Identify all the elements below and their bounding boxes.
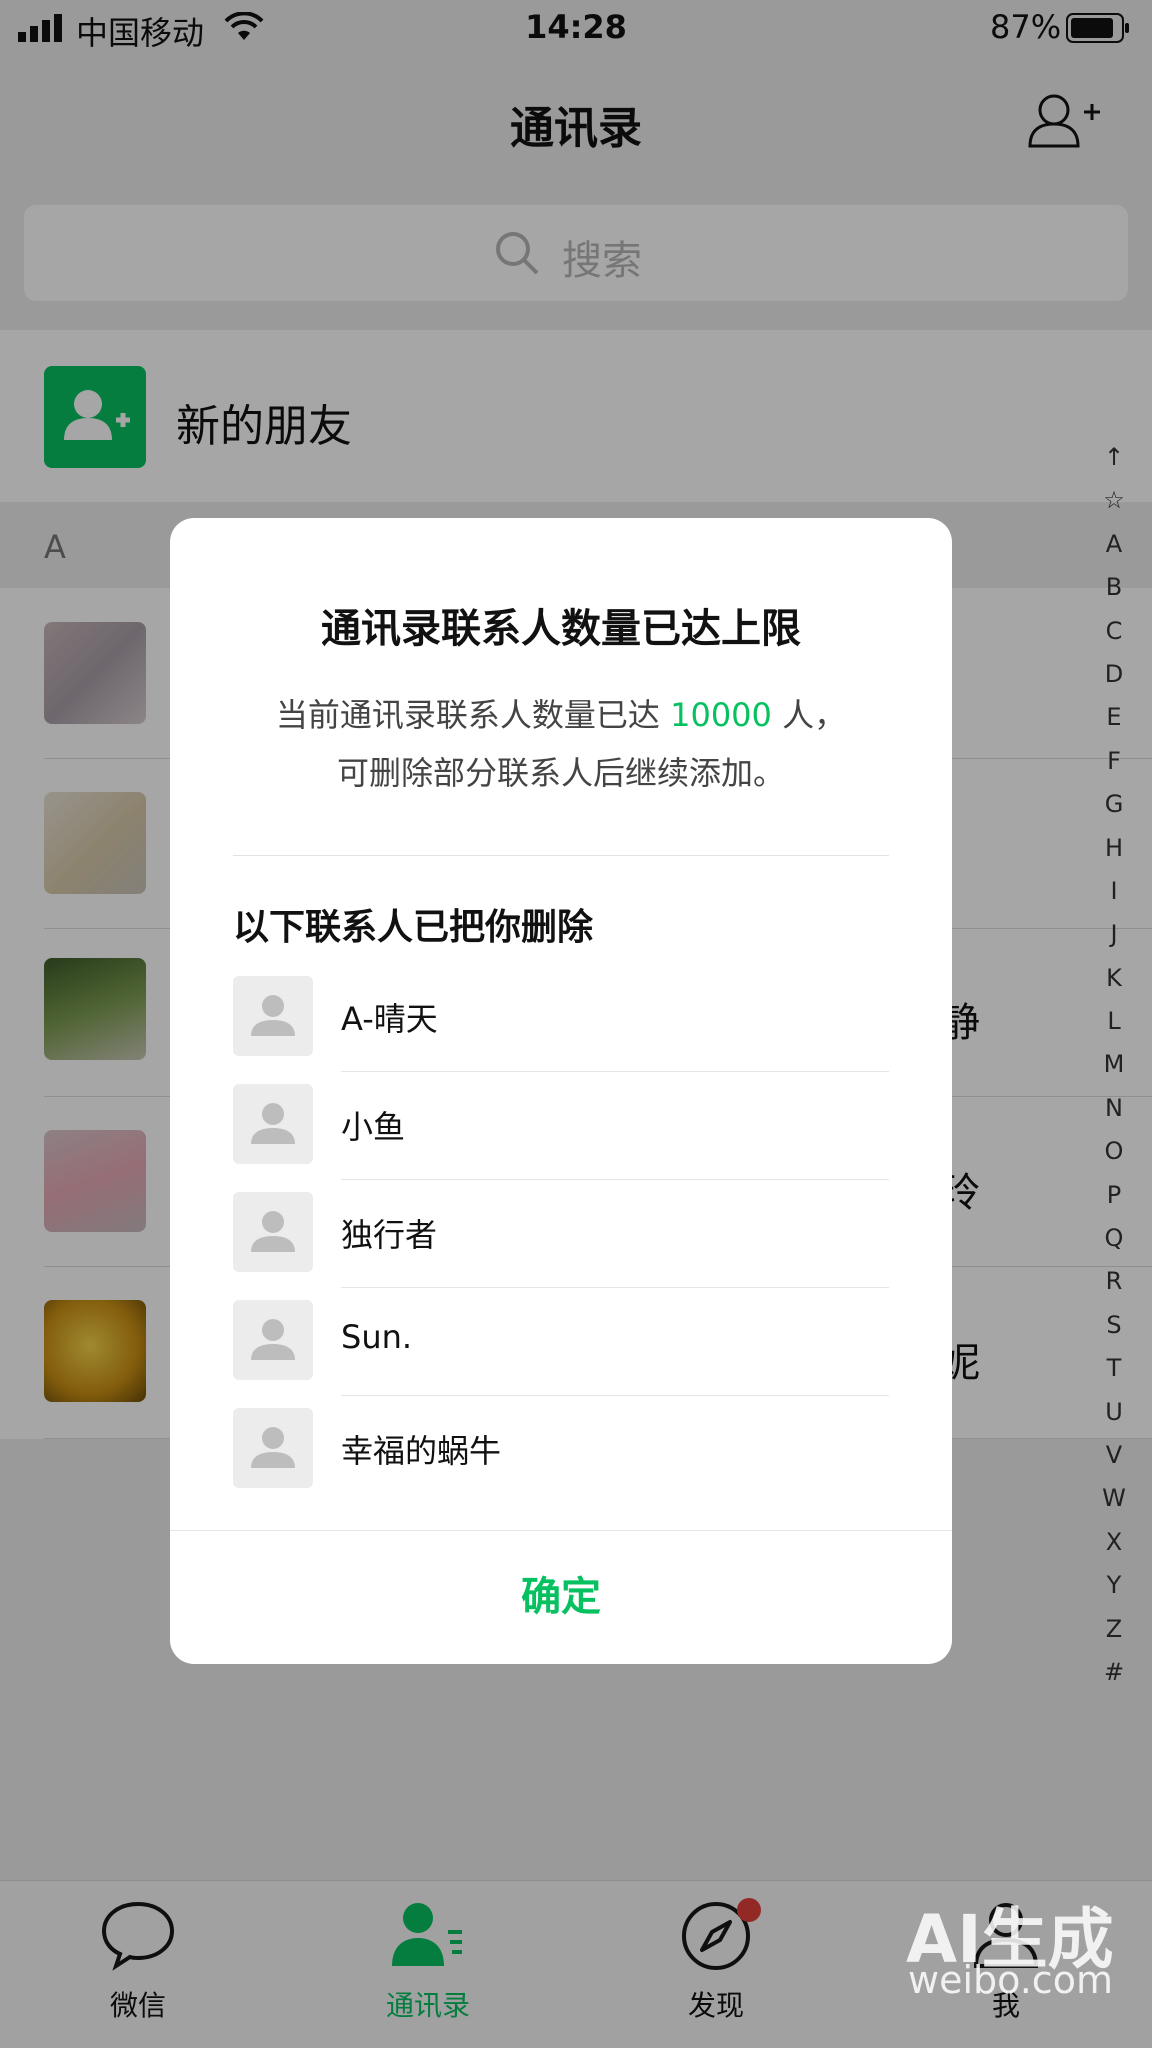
divider <box>341 1287 889 1288</box>
deleted-contact-name: 小鱼 <box>341 1108 406 1146</box>
limit-dialog: 通讯录联系人数量已达上限 当前通讯录联系人数量已达 10000 人， 可删除部分… <box>170 518 952 1664</box>
deleted-contact-name: 幸福的蜗牛 <box>341 1432 502 1470</box>
default-avatar-icon <box>233 1192 313 1272</box>
default-avatar-icon <box>233 1300 313 1380</box>
message-prefix: 当前通讯录联系人数量已达 <box>275 696 671 734</box>
divider <box>341 1395 889 1396</box>
divider <box>341 1179 889 1180</box>
deleted-contact-name: 独行者 <box>341 1216 438 1254</box>
deleted-contact-name: A-晴天 <box>341 1000 438 1038</box>
deleted-contacts-heading: 以下联系人已把你删除 <box>233 907 594 948</box>
divider <box>233 855 889 856</box>
contact-count: 10000 <box>670 696 772 734</box>
dialog-title: 通讯录联系人数量已达上限 <box>321 606 801 652</box>
deleted-contact-row: Sun. <box>233 1300 889 1408</box>
deleted-contact-row: 小鱼 <box>233 1084 889 1192</box>
message-line2: 可删除部分联系人后继续添加。 <box>336 754 785 792</box>
deleted-contact-row: A-晴天 <box>233 976 889 1084</box>
deleted-contact-row: 独行者 <box>233 1192 889 1300</box>
watermark-domain: weibo.com <box>908 1958 1113 2002</box>
message-suffix: 人， <box>771 696 847 734</box>
confirm-button[interactable]: 确定 <box>170 1530 952 1664</box>
dialog-message: 当前通讯录联系人数量已达 10000 人， 可删除部分联系人后继续添加。 <box>170 686 952 802</box>
default-avatar-icon <box>233 976 313 1056</box>
default-avatar-icon <box>233 1084 313 1164</box>
deleted-contact-row: 幸福的蜗牛 <box>233 1408 889 1516</box>
divider <box>341 1071 889 1072</box>
default-avatar-icon <box>233 1408 313 1488</box>
deleted-contact-name: Sun. <box>341 1318 413 1356</box>
